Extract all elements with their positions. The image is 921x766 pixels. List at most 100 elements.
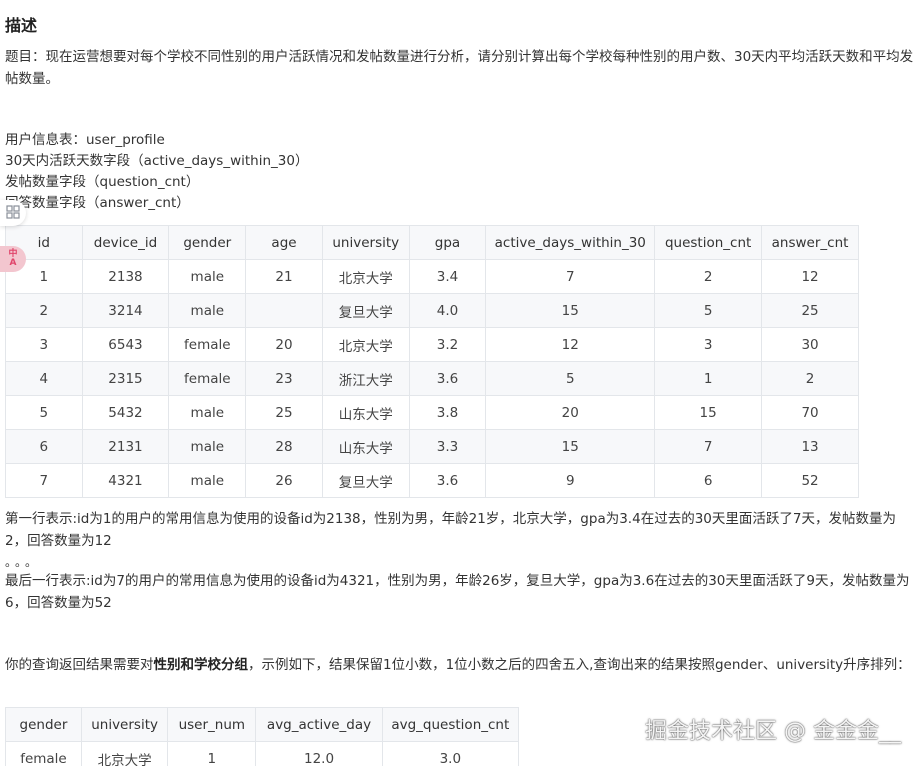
translate-button[interactable]: 中 A [0,246,26,272]
column-header: avg_question_cnt [381,707,520,742]
table-cell: 15 [485,429,656,464]
example-result-table: gender university user_num avg_active_day av… [5,707,520,766]
table-cell: 3.4 [408,259,487,294]
table-cell: male [168,395,247,430]
field-item: 用户信息表：user_profile [5,132,165,148]
user-profile-table: id device_id gender age university gpa active_… [5,225,859,498]
table-cell: 1 [654,361,763,396]
table-cell: 15 [654,395,763,430]
table-cell: 6 [654,463,763,498]
table-cell: 52 [761,463,859,498]
column-header: gpa [408,225,487,260]
table-cell: 3.6 [408,463,487,498]
requirement-text: 你的查询返回结果需要对性别和学校分组，示例如下，结果保留1位小数，1位小数之后的… [5,654,917,676]
table-cell: 28 [245,429,323,464]
table-cell: 21 [245,259,323,294]
column-header: university [80,707,169,742]
table-row: female 北京大学 1 12.0 3.0 [5,741,520,766]
requirement-prefix: 你的查询返回结果需要对 [5,657,154,673]
table-cell: 山东大学 [321,429,410,464]
table-cell: 5432 [81,395,170,430]
table-cell: 5 [654,293,763,328]
table-cell: 2 [5,293,83,328]
table-cell: 3.0 [381,741,520,766]
table-cell: 2315 [81,361,170,396]
table-cell: 北京大学 [321,259,410,294]
table-cell: 30 [761,327,859,362]
table-cell: 70 [761,395,859,430]
table-cell: 23 [245,361,323,396]
column-header: gender [168,225,247,260]
table-cell: 2 [761,361,859,396]
table-cell: 9 [485,463,656,498]
field-item: 回答数量字段（answer_cnt） [5,195,190,211]
table-cell: 复旦大学 [321,293,410,328]
requirement-bold: 性别和学校分组 [153,657,249,673]
table-cell: 7 [654,429,763,464]
table-cell: 3.2 [408,327,487,362]
table-cell: 13 [761,429,859,464]
table-cell: female [168,361,247,396]
table-cell: 7 [5,463,83,498]
table-cell: 北京大学 [321,327,410,362]
requirement-suffix: ，示例如下，结果保留1位小数，1位小数之后的四舍五入,查询出来的结果按照gend… [248,657,911,673]
table-cell: 6543 [81,327,170,362]
ellipsis-dots: 。。。 [5,555,42,569]
table-row: 4 2315 female 23 浙江大学 3.6 5 1 2 [5,361,859,396]
table-cell: male [168,259,247,294]
problem-description: 题目：现在运营想要对每个学校不同性别的用户活跃情况和发帖数量进行分析，请分别计算… [5,49,914,87]
apps-grid-button[interactable] [0,200,26,226]
table-cell: 3214 [81,293,170,328]
column-header: answer_cnt [761,225,859,260]
table-cell: 4 [5,361,83,396]
table-cell: 6 [5,429,83,464]
table-cell: 12 [761,259,859,294]
page-title: 描述 [5,16,38,35]
table-cell: 3.6 [408,361,487,396]
column-header: active_days_within_30 [485,225,656,260]
table-cell: female [5,741,82,766]
column-header: question_cnt [654,225,763,260]
apps-grid-icon [6,204,20,223]
table-cell: 2131 [81,429,170,464]
table-cell: 北京大学 [80,741,169,766]
table-row: 7 4321 male 26 复旦大学 3.6 9 6 52 [5,463,859,498]
table-cell: female [168,327,247,362]
document-page: 描述 题目：现在运营想要对每个学校不同性别的用户活跃情况和发帖数量进行分析，请分… [0,0,921,766]
table-cell: male [168,293,247,328]
table-cell: 3.3 [408,429,487,464]
last-row-explanation: 最后一行表示:id为7的用户的常用信息为使用的设备id为4321，性别为男，年龄… [5,573,910,611]
table-row: 1 2138 male 21 北京大学 3.4 7 2 12 [5,259,859,294]
table-cell: 15 [485,293,656,328]
table-cell: 复旦大学 [321,463,410,498]
column-header: gender [5,707,82,742]
table-cell: 4.0 [408,293,487,328]
watermark: 掘金技术社区 @ 金金金__ [645,719,901,744]
table-cell: 12.0 [255,741,383,766]
table-cell: 山东大学 [321,395,410,430]
table-cell: 3 [5,327,83,362]
table-row: 5 5432 male 25 山东大学 3.8 20 15 70 [5,395,859,430]
column-header: avg_active_day [255,707,383,742]
field-item: 发帖数量字段（question_cnt） [5,174,200,190]
first-row-explanation: 第一行表示:id为1的用户的常用信息为使用的设备id为2138，性别为男，年龄2… [5,511,896,549]
table-cell: 1 [167,741,257,766]
table-cell: 12 [485,327,656,362]
table-cell: 25 [761,293,859,328]
translate-icon: 中 A [8,249,18,268]
table-header-row: gender university user_num avg_active_day av… [5,707,520,742]
table-cell: 5 [5,395,83,430]
table-cell: male [168,429,247,464]
table-row: 2 3214 male 复旦大学 4.0 15 5 25 [5,293,859,328]
table-cell: 26 [245,463,323,498]
table-cell: 2138 [81,259,170,294]
column-header: age [245,225,323,260]
column-header: device_id [81,225,170,260]
column-header: university [321,225,410,260]
table-cell: 5 [485,361,656,396]
table-cell: 20 [485,395,656,430]
column-header: user_num [167,707,257,742]
table-cell: 20 [245,327,323,362]
field-list: 用户信息表：user_profile 30天内活跃天数字段（active_day… [5,130,308,214]
table-cell: 浙江大学 [321,361,410,396]
